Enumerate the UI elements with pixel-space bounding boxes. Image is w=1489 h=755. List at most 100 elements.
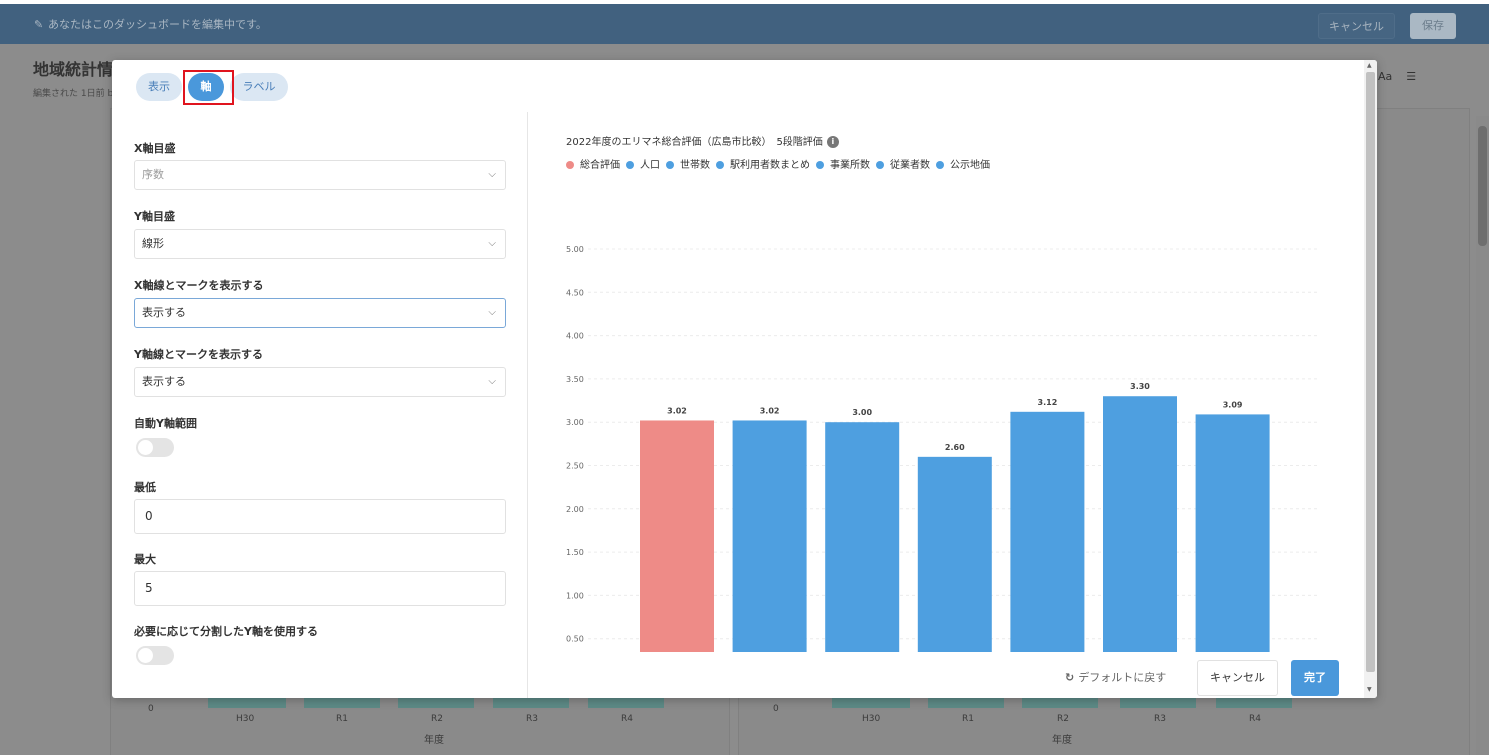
edit-notice-text: あなたはこのダッシュボードを編集中です。	[48, 18, 267, 31]
bg-year-tick: R3	[526, 714, 538, 724]
tab-axis-highlight	[183, 70, 234, 105]
y-tick-label: 2.50	[566, 462, 584, 471]
page-scrollbar-thumb[interactable]	[1478, 126, 1487, 246]
y-tick-label: 0.50	[566, 635, 584, 644]
split-y-label: 必要に応じて分割したY軸を使用する	[134, 625, 318, 638]
chevron-down-icon: ⌵	[488, 238, 496, 249]
bg-bar	[588, 698, 664, 708]
bar-value-label: 3.30	[1130, 382, 1150, 391]
done-button[interactable]: 完了	[1291, 660, 1339, 696]
edit-notice: ✎ あなたはこのダッシュボードを編集中です。	[34, 16, 267, 32]
y-axis-show-label: Y軸線とマークを表示する	[134, 348, 263, 361]
bg-bar	[493, 698, 569, 708]
auto-y-range-label: 自動Y軸範囲	[134, 417, 197, 430]
bg-year-tick: H30	[862, 714, 881, 724]
top-bar: ✎ あなたはこのダッシュボードを編集中です。 キャンセル 保存	[0, 0, 1489, 44]
split-y-toggle[interactable]	[136, 646, 174, 665]
y-tick-label: 3.50	[566, 375, 584, 384]
bar-value-label: 3.02	[760, 406, 780, 415]
bar-value-label: 3.12	[1038, 398, 1058, 407]
axis-settings-form: X軸目盛 序数 ⌵ Y軸目盛 線形 ⌵ X軸線とマークを表示する 表示する ⌵ …	[112, 112, 528, 698]
toggle-knob	[138, 648, 153, 663]
bg-axis-label: 年度	[1052, 735, 1072, 746]
bg-year-tick: R4	[1249, 714, 1261, 724]
scroll-up-icon[interactable]: ▲	[1367, 62, 1372, 69]
y-tick-label: 2.00	[566, 505, 584, 514]
top-cancel-button[interactable]: キャンセル	[1318, 13, 1395, 39]
y-tick-label: 5.00	[566, 245, 584, 254]
auto-y-range-toggle[interactable]	[136, 438, 174, 457]
bg-bar	[928, 698, 1004, 708]
x-axis-show-select[interactable]: 表示する ⌵	[134, 298, 506, 328]
pencil-icon: ✎	[34, 18, 44, 31]
x-scale-value: 序数	[142, 168, 164, 181]
bg-bar	[398, 698, 474, 708]
chart-preview: 2022年度のエリマネ総合評価（広島市比較） 5段階評価 i 総合評価 人口 世帯数駅…	[528, 112, 1363, 698]
bar-chart: 0.000.501.001.502.002.503.003.504.004.50…	[566, 245, 1318, 652]
reset-icon: ↻	[1065, 671, 1075, 684]
bar	[640, 420, 714, 652]
y-scale-select[interactable]: 線形 ⌵	[134, 229, 506, 259]
bg-bar	[304, 698, 380, 708]
bar-value-label: 3.00	[852, 408, 872, 417]
top-save-button[interactable]: 保存	[1410, 13, 1456, 39]
y-tick-label: 4.00	[566, 332, 584, 341]
chart-settings-modal: 表示 軸 ラベル X軸目盛 序数 ⌵ Y軸目盛 線形 ⌵ X軸線とマークを表示す…	[112, 60, 1377, 698]
bar	[1010, 411, 1085, 652]
bg-year-tick: R2	[1057, 714, 1069, 724]
bg-bar	[832, 698, 910, 708]
dashboard-subtitle: 編集された 1日前 b	[33, 89, 114, 99]
bg-zero-tick: 0	[773, 704, 779, 714]
bar-value-label: 2.60	[945, 443, 965, 452]
bg-year-tick: H30	[236, 714, 255, 724]
min-label: 最低	[134, 481, 156, 494]
bg-bar	[208, 698, 286, 708]
bar	[917, 456, 992, 652]
bg-year-tick: R2	[431, 714, 443, 724]
bg-bar	[1216, 698, 1292, 708]
reset-label: デフォルトに戻す	[1078, 671, 1167, 684]
page-scrollbar[interactable]	[1476, 116, 1489, 755]
bg-year-tick: R1	[962, 714, 974, 724]
bg-year-tick: R1	[336, 714, 348, 724]
chevron-down-icon: ⌵	[488, 376, 496, 387]
reset-default-button[interactable]: ↻ デフォルトに戻す	[1065, 669, 1166, 685]
x-axis-show-label: X軸線とマークを表示する	[134, 279, 264, 292]
bg-bar	[1120, 698, 1196, 708]
tab-display[interactable]: 表示	[136, 73, 182, 101]
bar	[1195, 414, 1270, 652]
bg-bar	[1022, 698, 1098, 708]
bar-value-label: 3.02	[667, 406, 687, 415]
max-input[interactable]: 5	[134, 571, 506, 606]
min-input[interactable]: 0	[134, 499, 506, 534]
max-label: 最大	[134, 553, 156, 566]
cancel-button[interactable]: キャンセル	[1197, 660, 1278, 696]
x-scale-select: 序数 ⌵	[134, 160, 506, 190]
y-axis-show-value: 表示する	[142, 375, 186, 388]
bg-zero-tick: 0	[148, 704, 154, 714]
filter-icon[interactable]: ☰	[1406, 70, 1416, 83]
bar-value-label: 3.09	[1223, 400, 1243, 409]
bg-axis-label: 年度	[424, 735, 444, 746]
modal-scrollbar[interactable]: ▲ ▼	[1364, 60, 1377, 698]
y-axis-show-select[interactable]: 表示する ⌵	[134, 367, 506, 397]
bar	[825, 422, 900, 652]
y-tick-label: 4.50	[566, 288, 584, 297]
modal-scrollbar-thumb[interactable]	[1366, 72, 1375, 672]
tab-label[interactable]: ラベル	[230, 73, 288, 101]
font-size-icon[interactable]: Aa	[1378, 70, 1392, 83]
y-tick-label: 1.50	[566, 548, 584, 557]
y-scale-label: Y軸目盛	[134, 210, 175, 223]
chevron-down-icon: ⌵	[488, 307, 496, 318]
scroll-down-icon[interactable]: ▼	[1367, 686, 1372, 693]
y-tick-label: 1.00	[566, 591, 584, 600]
bar	[1103, 396, 1177, 652]
y-scale-value: 線形	[142, 237, 164, 250]
bg-year-tick: R4	[621, 714, 633, 724]
bar	[732, 420, 807, 652]
dashboard-toolbar: Aa ☰	[1378, 70, 1430, 83]
y-tick-label: 3.00	[566, 418, 584, 427]
toggle-knob	[138, 440, 153, 455]
bg-year-tick: R3	[1154, 714, 1166, 724]
chevron-down-icon: ⌵	[488, 169, 496, 180]
